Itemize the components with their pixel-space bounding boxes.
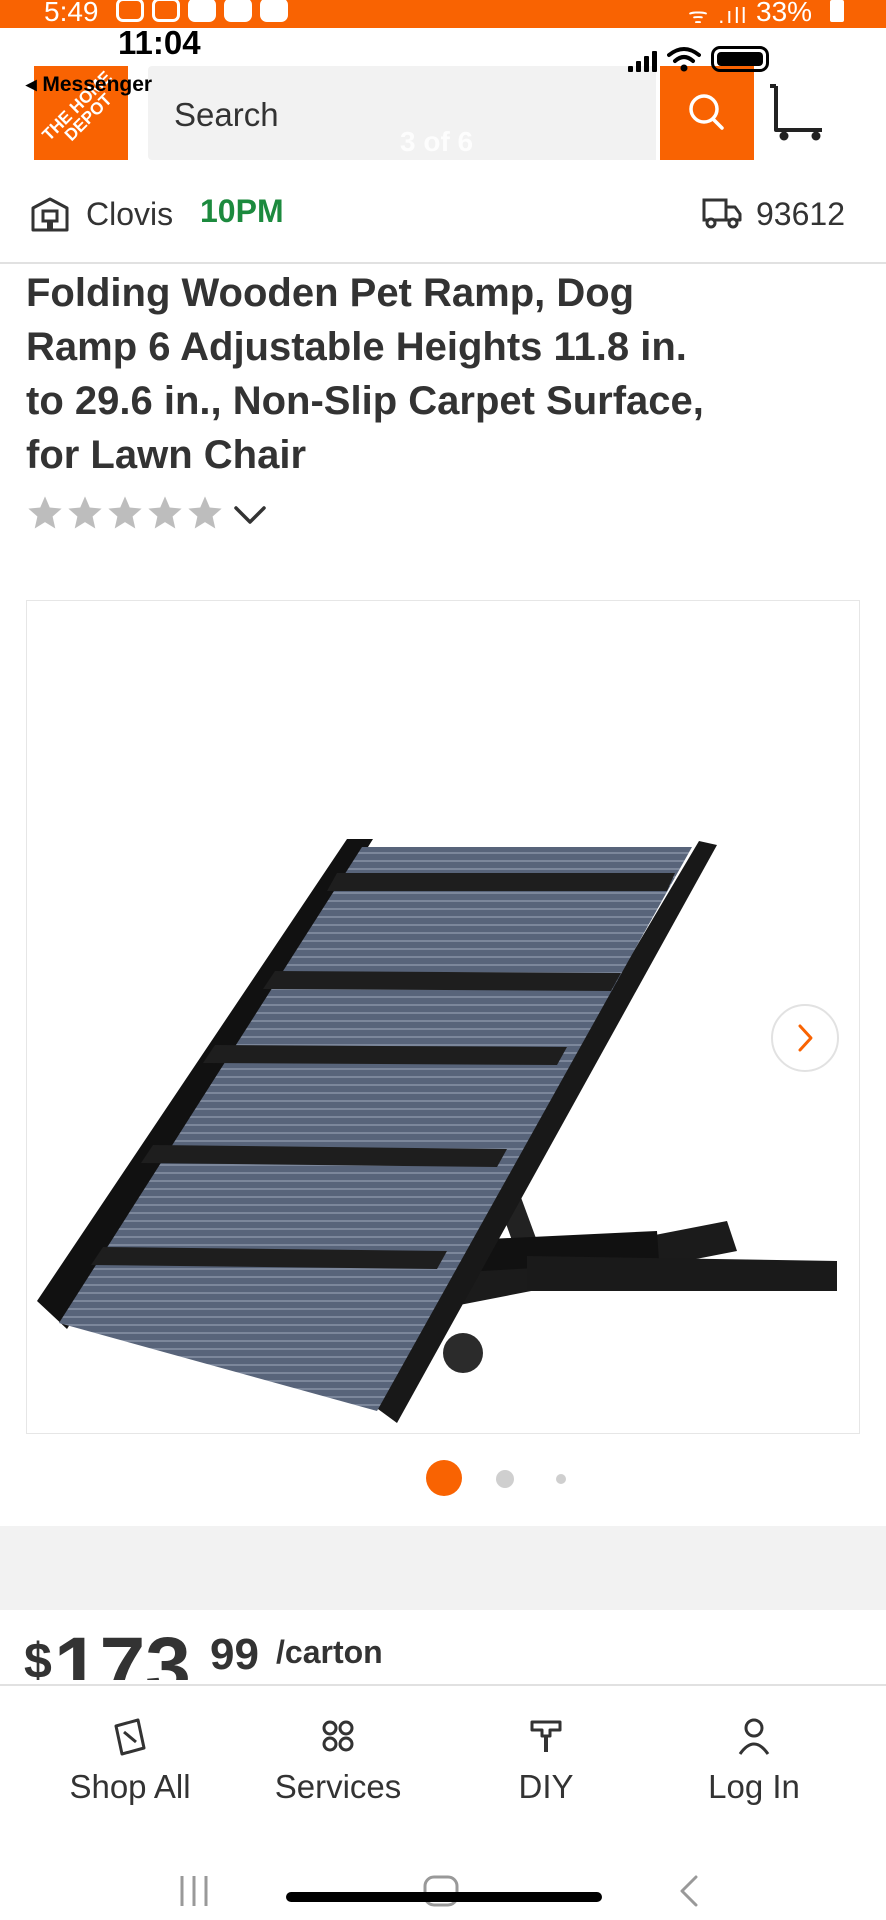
back-icon[interactable] <box>676 1874 704 1908</box>
ios-status-icons <box>628 46 769 72</box>
nav-label: Log In <box>708 1768 800 1805</box>
star-icon <box>188 496 222 529</box>
store-hours: 10PM <box>200 193 284 229</box>
home-button-icon[interactable] <box>422 1874 460 1908</box>
ios-time: 11:04 <box>118 24 201 61</box>
gallery-dot-active[interactable] <box>426 1460 462 1496</box>
chevron-right-icon <box>798 1024 813 1052</box>
cellular-icon <box>628 50 657 72</box>
star-icon <box>28 496 62 529</box>
recent-apps-icon[interactable] <box>176 1874 212 1908</box>
youtube-icon <box>224 0 252 22</box>
star-icon <box>68 496 102 529</box>
services-icon <box>322 1720 354 1752</box>
gallery-dot[interactable] <box>556 1474 566 1484</box>
nav-label: Shop All <box>69 1768 191 1805</box>
chevron-down-icon[interactable] <box>232 500 268 530</box>
search-placeholder: Search <box>174 96 279 133</box>
search-button[interactable] <box>660 66 754 160</box>
battery-icon <box>830 0 844 22</box>
signal-icon: ᯤ .ıll <box>688 3 749 28</box>
product-title: Folding Wooden Pet Ramp, Dog Ramp 6 Adju… <box>26 271 704 477</box>
wifi-icon <box>667 47 701 72</box>
nav-shop-all[interactable]: Shop All <box>30 1716 230 1806</box>
price-cents: 99 <box>210 1630 259 1679</box>
notification-icon <box>116 0 144 22</box>
nav-log-in[interactable]: Log In <box>654 1716 854 1806</box>
product-image[interactable] <box>26 600 860 1434</box>
next-image-button[interactable] <box>771 1004 839 1072</box>
delivery-truck-icon <box>702 198 742 229</box>
price-symbol: $ <box>24 1633 52 1680</box>
section-separator <box>0 1526 886 1610</box>
notification-icons <box>116 0 288 22</box>
nav-label: Services <box>274 1768 402 1805</box>
system-nav-bar <box>0 1834 886 1920</box>
search-icon <box>689 94 724 130</box>
diy-icon <box>530 1720 562 1752</box>
gallery-dot[interactable] <box>496 1470 514 1488</box>
store-name[interactable]: Clovis <box>86 196 173 233</box>
divider <box>0 262 886 264</box>
battery-percent: 33% <box>756 0 813 27</box>
bottom-nav: Shop All Services DIY Log In <box>0 1684 886 1834</box>
cart-icon[interactable] <box>770 82 830 142</box>
nav-services[interactable]: Services <box>238 1716 438 1806</box>
store-icon <box>31 197 69 232</box>
price-unit: /carton <box>276 1634 383 1670</box>
star-icon <box>108 496 142 529</box>
image-pager: 3 of 6 <box>400 126 474 157</box>
nav-label: DIY <box>518 1768 574 1805</box>
home-indicator[interactable] <box>286 1892 602 1902</box>
price-dollars: 173 <box>54 1621 191 1680</box>
ios-battery-icon <box>711 46 769 72</box>
back-to-messenger-link[interactable]: ◂ Messenger <box>26 72 152 97</box>
status-time: 5:49 <box>44 0 99 27</box>
dog-ramp-image <box>37 839 837 1423</box>
cloud-icon <box>188 0 216 22</box>
voicemail-icon <box>152 0 180 22</box>
youtube-icon <box>260 0 288 22</box>
star-icon <box>148 496 182 529</box>
user-icon <box>738 1718 770 1755</box>
delivery-zip[interactable]: 93612 <box>756 196 845 233</box>
nav-diy[interactable]: DIY <box>446 1716 646 1806</box>
rating-stars[interactable] <box>26 494 224 532</box>
shop-all-icon <box>114 1718 146 1756</box>
